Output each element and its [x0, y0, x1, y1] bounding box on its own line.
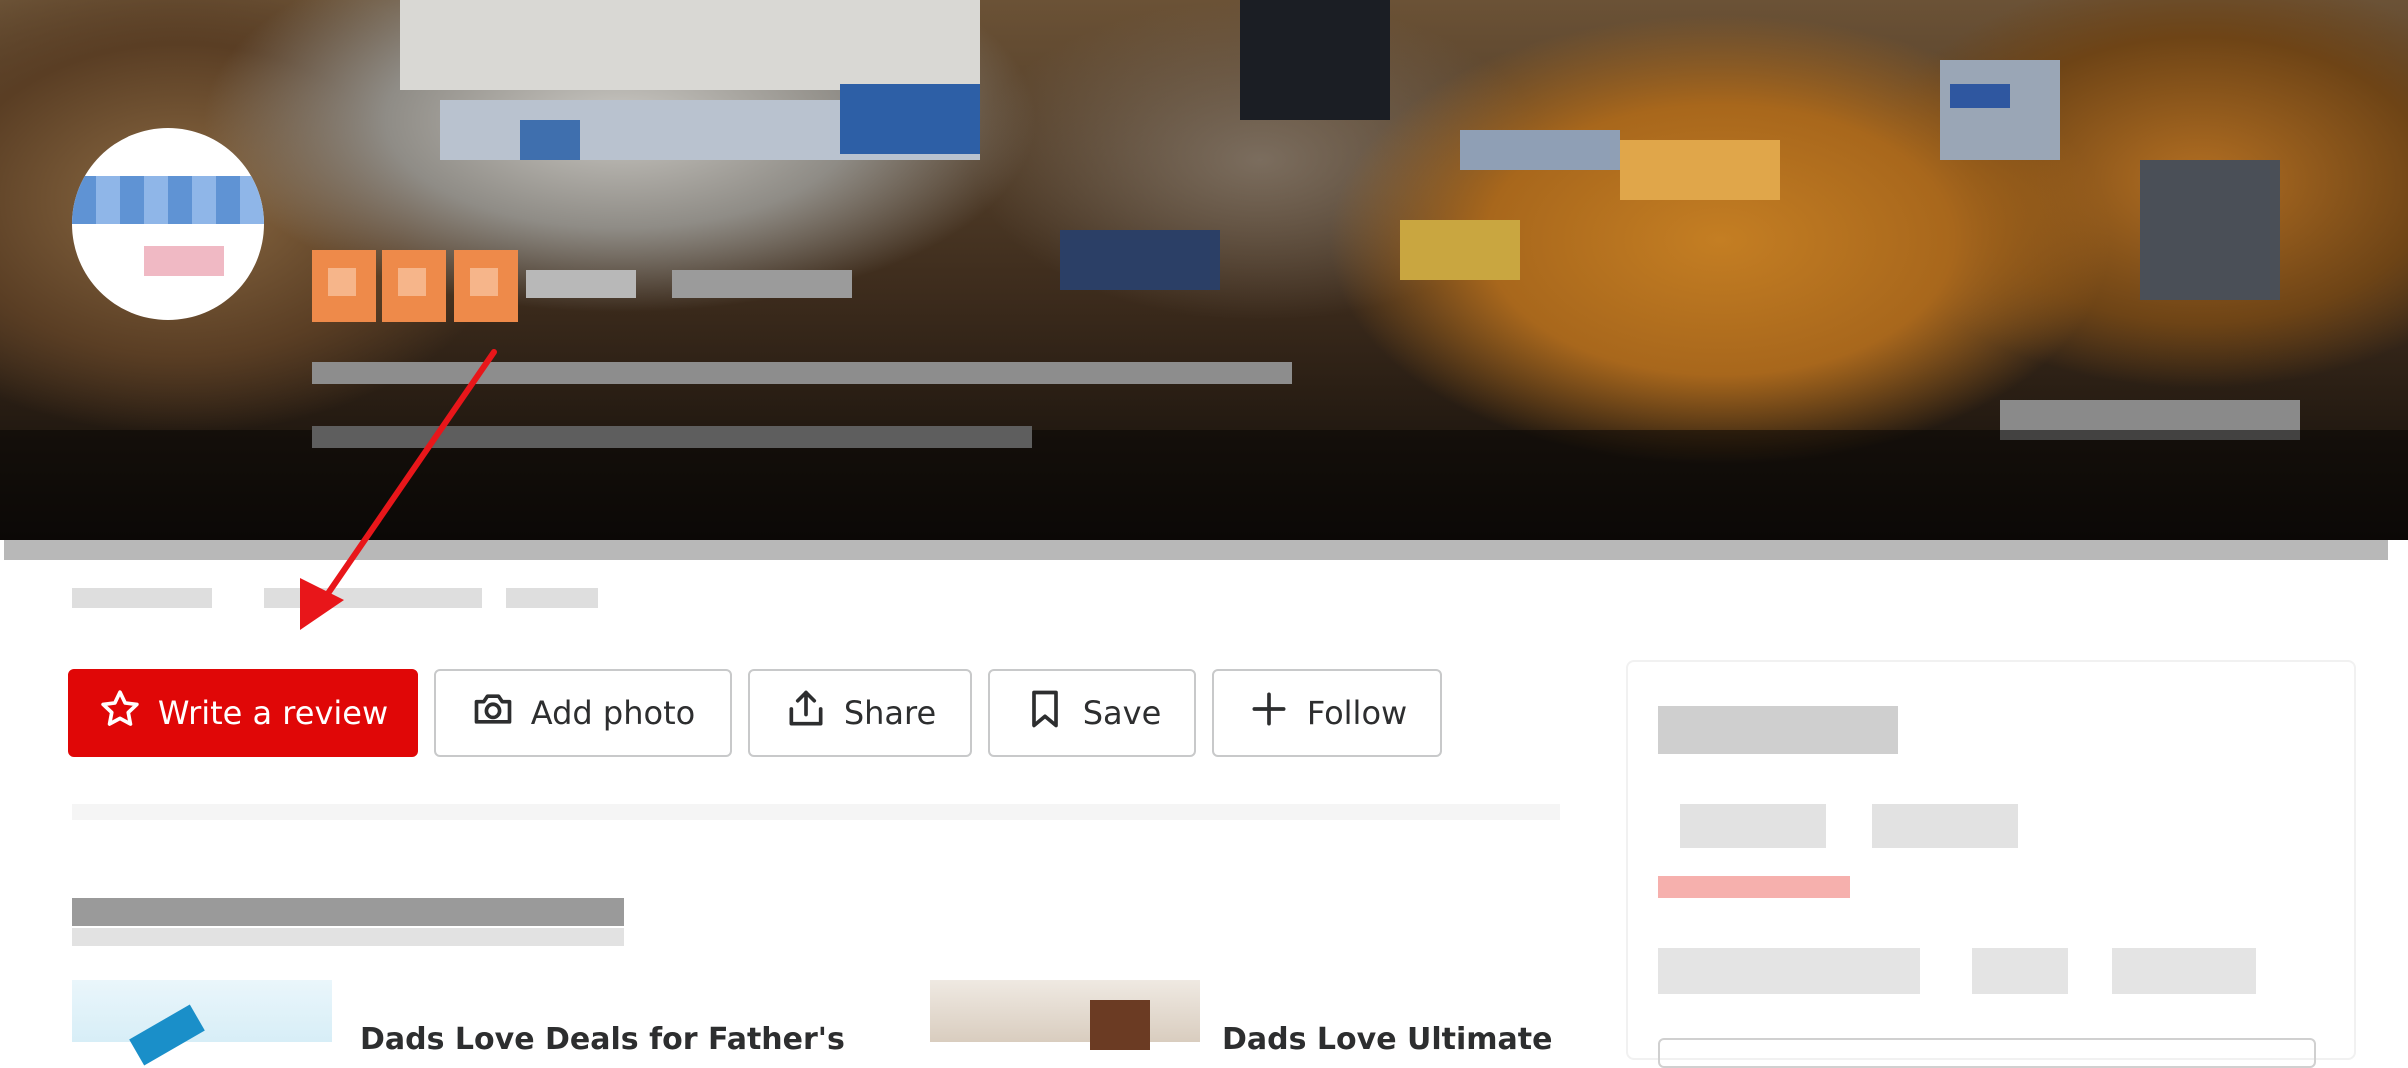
write-review-label: Write a review: [157, 694, 389, 732]
sidebar-button[interactable]: [1658, 1038, 2316, 1068]
share-label: Share: [843, 694, 937, 732]
bookmark-icon: [1023, 687, 1067, 739]
sidebar-heading: [1658, 706, 1898, 754]
follow-label: Follow: [1306, 694, 1408, 732]
sidebar-info: [2112, 948, 2256, 994]
hero-info-line: [312, 362, 1292, 384]
hero-photo-tile: [1240, 0, 1390, 120]
add-photo-label: Add photo: [530, 694, 696, 732]
follow-button[interactable]: Follow: [1212, 669, 1442, 757]
hero-photo-tile: [840, 84, 980, 154]
section-subheading: [72, 928, 624, 946]
add-photo-button[interactable]: Add photo: [434, 669, 732, 757]
hero-divider: [4, 540, 2388, 560]
business-logo-avatar: [72, 128, 264, 320]
deal-thumbnail: [72, 980, 332, 1066]
section-divider: [72, 804, 1560, 820]
hero-photo-tile: [520, 120, 580, 160]
sidebar-card: [1626, 660, 2356, 1068]
hero-photo-tile: [1950, 84, 2010, 108]
write-review-button[interactable]: Write a review: [68, 669, 418, 757]
sidebar-tab[interactable]: [1680, 804, 1826, 848]
hero-photo-tile: [1400, 220, 1520, 280]
sidebar-tab[interactable]: [1872, 804, 2018, 848]
hero-photo-tile: [2140, 160, 2280, 300]
business-hero-photo[interactable]: [0, 0, 2408, 540]
hero-photo-tile: [1940, 60, 2060, 160]
save-label: Save: [1082, 694, 1162, 732]
section-heading: [72, 898, 624, 926]
hero-photo-tile: [400, 0, 980, 90]
sidebar-info: [1658, 948, 1920, 994]
hero-photo-tile: [1060, 230, 1220, 290]
hero-photo-tile: [1460, 130, 1620, 170]
deal-title[interactable]: Dads Love Ultimate: [1222, 1022, 1552, 1057]
camera-icon: [471, 687, 515, 739]
breadcrumb[interactable]: [506, 588, 598, 608]
breadcrumb[interactable]: [264, 588, 482, 608]
save-button[interactable]: Save: [988, 669, 1196, 757]
share-button[interactable]: Share: [748, 669, 972, 757]
plus-icon: [1247, 687, 1291, 739]
share-icon: [784, 687, 828, 739]
sidebar-info: [1972, 948, 2068, 994]
hero-info-line: [312, 426, 1032, 448]
rating-stars: [312, 250, 852, 322]
deal-title[interactable]: Dads Love Deals for Father's: [360, 1022, 845, 1057]
star-outline-icon: [98, 687, 142, 739]
sidebar-link[interactable]: [1658, 876, 1850, 898]
deal-thumbnail: [930, 980, 1200, 1050]
hero-photo-tile: [1620, 140, 1780, 200]
breadcrumb[interactable]: [72, 588, 212, 608]
